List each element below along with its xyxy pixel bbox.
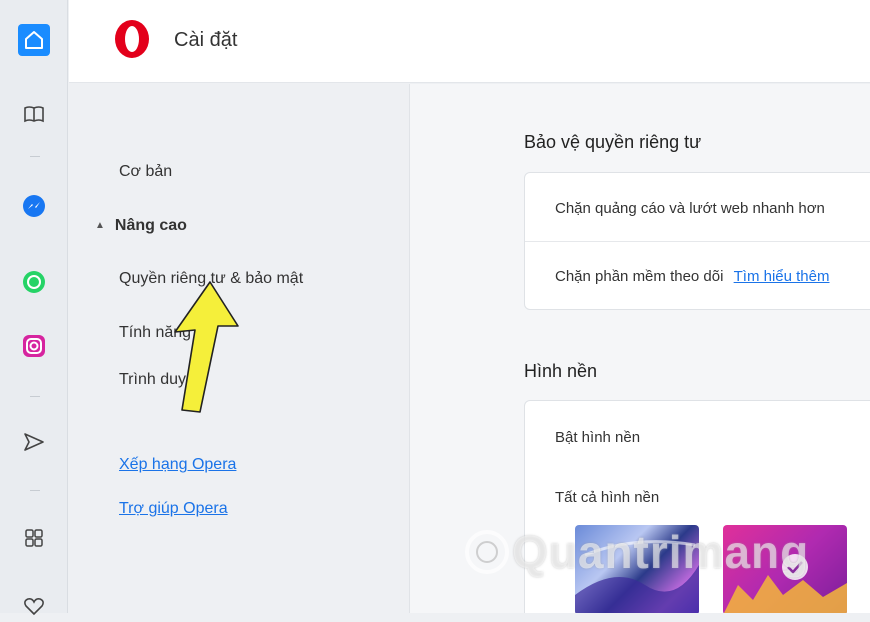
bookmarks-icon[interactable] xyxy=(18,98,50,130)
privacy-section-title: Bảo vệ quyền riêng tư xyxy=(524,132,702,152)
instagram-icon[interactable] xyxy=(18,330,50,362)
rail-divider xyxy=(30,156,40,157)
wallpaper-card: Bật hình nền Tất cả hình nền xyxy=(524,400,870,613)
watermark: Quantrimang xyxy=(512,526,810,578)
rate-opera-link[interactable]: Xếp hạng Opera xyxy=(119,456,236,474)
learn-more-link[interactable]: Tìm hiểu thêm xyxy=(734,268,830,285)
help-opera-link[interactable]: Trợ giúp Opera xyxy=(119,500,228,518)
block-trackers-row[interactable]: Chặn phần mềm theo dõi Tìm hiểu thêm xyxy=(555,268,830,285)
nav-item-advanced[interactable]: ▲ Nâng cao xyxy=(95,217,187,235)
messenger-icon[interactable] xyxy=(18,190,50,222)
caret-up-icon: ▲ xyxy=(95,220,105,231)
block-trackers-label: Chặn phần mềm theo dõi xyxy=(555,268,724,285)
heart-icon[interactable] xyxy=(18,590,50,622)
send-icon[interactable] xyxy=(18,426,50,458)
settings-header: Cài đặt xyxy=(69,0,870,83)
rail-divider xyxy=(30,396,40,397)
opera-logo-icon xyxy=(115,20,149,58)
nav-item-basic[interactable]: Cơ bản xyxy=(119,163,172,181)
enable-wallpaper-label[interactable]: Bật hình nền xyxy=(555,429,640,446)
nav-item-advanced-label: Nâng cao xyxy=(114,217,187,234)
rail-divider xyxy=(30,490,40,491)
wallpaper-section-title: Hình nền xyxy=(524,361,598,381)
all-wallpapers-label: Tất cả hình nền xyxy=(555,489,660,506)
sidebar-rail xyxy=(0,0,68,616)
page-title: Cài đặt xyxy=(174,29,238,51)
privacy-card: Chặn quảng cáo và lướt web nhanh hơn Chặ… xyxy=(524,172,870,310)
watermark-bulb-icon xyxy=(465,530,509,574)
block-ads-label[interactable]: Chặn quảng cáo và lướt web nhanh hơn xyxy=(555,200,825,217)
whatsapp-icon[interactable] xyxy=(18,266,50,298)
annotation-arrow xyxy=(174,281,239,413)
extensions-icon[interactable] xyxy=(18,522,50,554)
home-icon[interactable] xyxy=(18,24,50,56)
card-divider xyxy=(525,241,870,242)
